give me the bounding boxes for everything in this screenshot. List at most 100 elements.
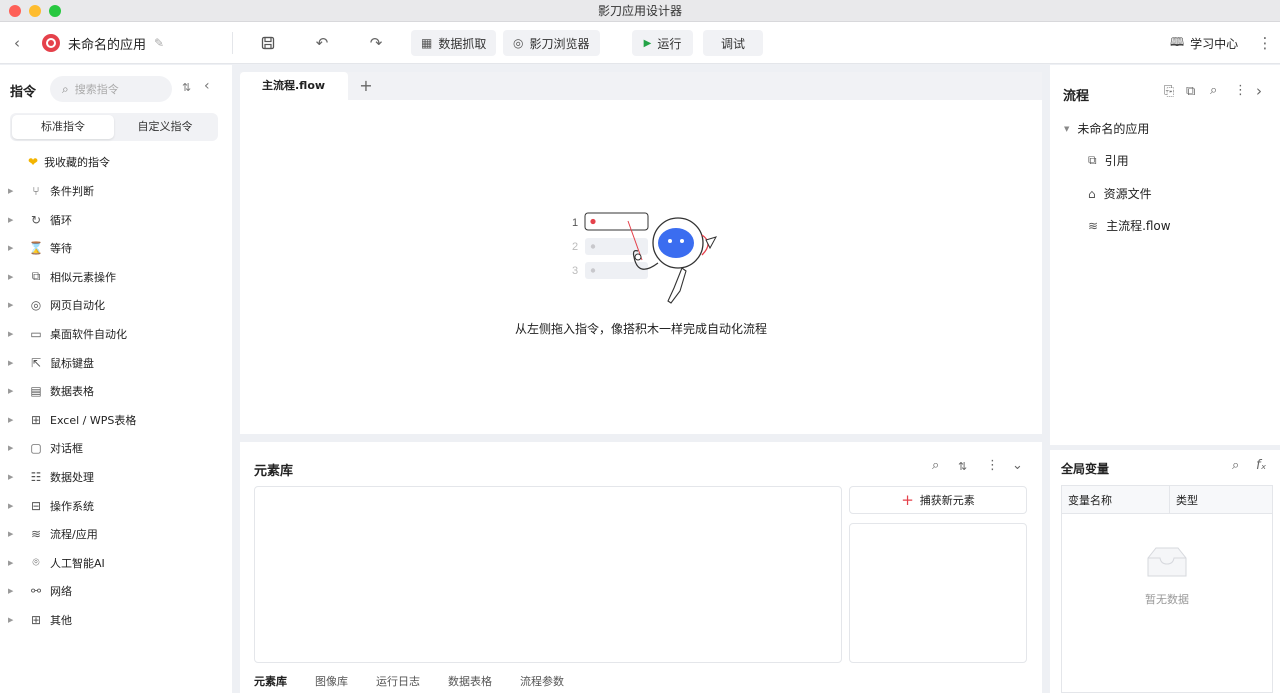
element-library-panel: 元素库 ⌕ ⇅ ⋮ ⌄ + 捕获新元素 元素库 图像库 运行日志 数据表格 流程参数: [240, 442, 1042, 693]
command-category-label: 流程/应用: [50, 528, 98, 542]
caret-right-icon[interactable]: ▶: [8, 301, 18, 309]
command-category[interactable]: ▶ ▭ 桌面软件自动化: [0, 322, 232, 346]
redo-icon[interactable]: ↷: [363, 30, 389, 56]
caret-right-icon[interactable]: ▶: [8, 444, 18, 452]
caret-right-icon[interactable]: ▶: [8, 559, 18, 567]
robot-body: [667, 267, 687, 304]
caret-right-icon[interactable]: ▶: [8, 216, 18, 224]
global-variables-title: 全局变量: [1061, 462, 1110, 476]
caret-right-icon[interactable]: ▶: [8, 502, 18, 510]
caret-right-icon[interactable]: ▶: [8, 387, 18, 395]
caret-right-icon[interactable]: ▶: [8, 187, 18, 195]
command-category[interactable]: ▶ ⌛ 等待: [0, 236, 232, 260]
more-icon[interactable]: ⋮: [986, 458, 999, 473]
step-dot: [590, 244, 596, 249]
caret-right-icon[interactable]: ▶: [8, 244, 18, 252]
run-button[interactable]: ▶ 运行: [632, 30, 693, 56]
command-category[interactable]: ▶ ▤ 数据表格: [0, 379, 232, 403]
command-category[interactable]: ▶ ☷ 数据处理: [0, 465, 232, 489]
more-icon[interactable]: ⋮: [1234, 83, 1247, 98]
caret-right-icon[interactable]: ▶: [8, 273, 18, 281]
book-icon: 🕮: [1170, 34, 1185, 49]
shadowbot-browser-button[interactable]: ◎ 影刀浏览器: [503, 30, 600, 56]
app-name[interactable]: 未命名的应用: [68, 34, 146, 53]
chevron-right-icon[interactable]: ›: [1256, 82, 1262, 100]
command-category[interactable]: ▶ ≋ 流程/应用: [0, 522, 232, 546]
command-category-label: 条件判断: [50, 185, 94, 198]
command-category[interactable]: ▶ ⊞ 其他: [0, 608, 232, 632]
search-icon[interactable]: ⌕: [1232, 458, 1239, 473]
flow-tree-item-label: 引用: [1104, 154, 1129, 168]
tab-main-flow[interactable]: 主流程.flow: [240, 72, 348, 100]
flow-panel-title: 流程: [1063, 89, 1090, 104]
bottom-tab[interactable]: 图像库: [315, 673, 348, 689]
back-icon[interactable]: ‹: [4, 30, 30, 56]
add-tab-icon[interactable]: +: [356, 72, 376, 100]
bottom-tab[interactable]: 运行日志: [376, 673, 420, 689]
search-icon[interactable]: ⌕: [1210, 83, 1217, 98]
flow-tree-item-references[interactable]: ⧉ 引用: [1088, 152, 1129, 169]
column-type: 类型: [1176, 494, 1198, 507]
sort-icon[interactable]: ⇅: [182, 81, 191, 94]
caret-right-icon[interactable]: ▶: [8, 473, 18, 481]
favorites-item[interactable]: ❤ 我收藏的指令: [0, 150, 232, 174]
data-capture-button[interactable]: ▦ 数据抓取: [411, 30, 497, 56]
reference-icon: ⧉: [1088, 153, 1097, 167]
more-icon[interactable]: ⋮: [1252, 30, 1278, 56]
chevron-down-icon[interactable]: ⌄: [1012, 458, 1023, 473]
search-icon[interactable]: ⌕: [932, 458, 939, 473]
element-tree-area[interactable]: [254, 486, 842, 663]
command-category[interactable]: ▶ ⑂ 条件判断: [0, 179, 232, 203]
command-category[interactable]: ▶ ⧉ 相似元素操作: [0, 265, 232, 289]
dialog-icon: ▢: [30, 441, 42, 456]
function-icon[interactable]: fₓ: [1256, 458, 1266, 473]
step-number: 1: [572, 217, 578, 229]
command-category[interactable]: ▶ ⊟ 操作系统: [0, 494, 232, 518]
caret-right-icon[interactable]: ▶: [8, 359, 18, 367]
capture-new-element-button[interactable]: + 捕获新元素: [849, 486, 1027, 514]
bottom-tab-bar: 元素库 图像库 运行日志 数据表格 流程参数: [254, 668, 564, 693]
flow-tree-item-main-flow[interactable]: ≋ 主流程.flow: [1088, 217, 1171, 234]
debug-button[interactable]: 调试: [703, 30, 763, 56]
command-search-input[interactable]: ⌕ 搜索指令: [50, 76, 172, 102]
bottom-tab[interactable]: 元素库: [254, 673, 287, 689]
add-flow-icon[interactable]: ⎘: [1164, 84, 1174, 99]
sort-icon[interactable]: ⇅: [958, 460, 967, 473]
empty-flow-illustration: 1 2 3: [572, 212, 718, 304]
caret-right-icon[interactable]: ▶: [8, 416, 18, 424]
command-category-label: 对话框: [50, 442, 83, 456]
command-category-label: Excel / WPS表格: [50, 413, 137, 427]
caret-right-icon[interactable]: ▶: [8, 330, 18, 338]
minimize-window-button[interactable]: [29, 5, 41, 17]
add-process-icon[interactable]: ⧉: [1186, 84, 1195, 99]
edit-name-icon[interactable]: ✎: [154, 36, 164, 50]
flow-tree-root[interactable]: ▼ 未命名的应用: [1064, 120, 1149, 137]
undo-icon[interactable]: ↶: [309, 30, 335, 56]
command-category[interactable]: ▶ ↻ 循环: [0, 208, 232, 232]
command-category[interactable]: ▶ ▢ 对话框: [0, 436, 232, 460]
browser-label: 影刀浏览器: [529, 36, 590, 51]
bottom-tab[interactable]: 数据表格: [448, 673, 492, 689]
flow-panel: 流程 ⎘ ⧉ ⌕ ⋮ › ▼ 未命名的应用 ⧉ 引用 ⌂ 资源文件 ≋ 主流程.…: [1050, 65, 1280, 445]
command-category[interactable]: ▶ ⊞ Excel / WPS表格: [0, 408, 232, 432]
zoom-window-button[interactable]: [49, 5, 61, 17]
close-window-button[interactable]: [9, 5, 21, 17]
step-number: 3: [572, 265, 578, 277]
command-category-label: 等待: [50, 242, 72, 256]
tab-custom-commands[interactable]: 自定义指令: [114, 115, 216, 139]
command-category[interactable]: ▶ ◎ 网页自动化: [0, 293, 232, 317]
caret-right-icon[interactable]: ▶: [8, 616, 18, 624]
command-category[interactable]: ▶ ⚯ 网络: [0, 579, 232, 603]
bottom-tab[interactable]: 流程参数: [520, 673, 564, 689]
caret-right-icon[interactable]: ▶: [8, 530, 18, 538]
command-category[interactable]: ▶ ⌾ 人工智能AI: [0, 551, 232, 575]
learning-center-button[interactable]: 🕮 学习中心: [1170, 30, 1238, 56]
caret-right-icon[interactable]: ▶: [8, 587, 18, 595]
command-category[interactable]: ▶ ⇱ 鼠标键盘: [0, 351, 232, 375]
step-number: 2: [572, 241, 578, 253]
collapse-panel-icon[interactable]: ‹: [204, 78, 210, 94]
similar-elements-icon: ⧉: [31, 269, 41, 284]
tab-standard-commands[interactable]: 标准指令: [12, 115, 114, 139]
save-icon[interactable]: [255, 30, 281, 56]
flow-tree-item-resources[interactable]: ⌂ 资源文件: [1088, 185, 1152, 202]
